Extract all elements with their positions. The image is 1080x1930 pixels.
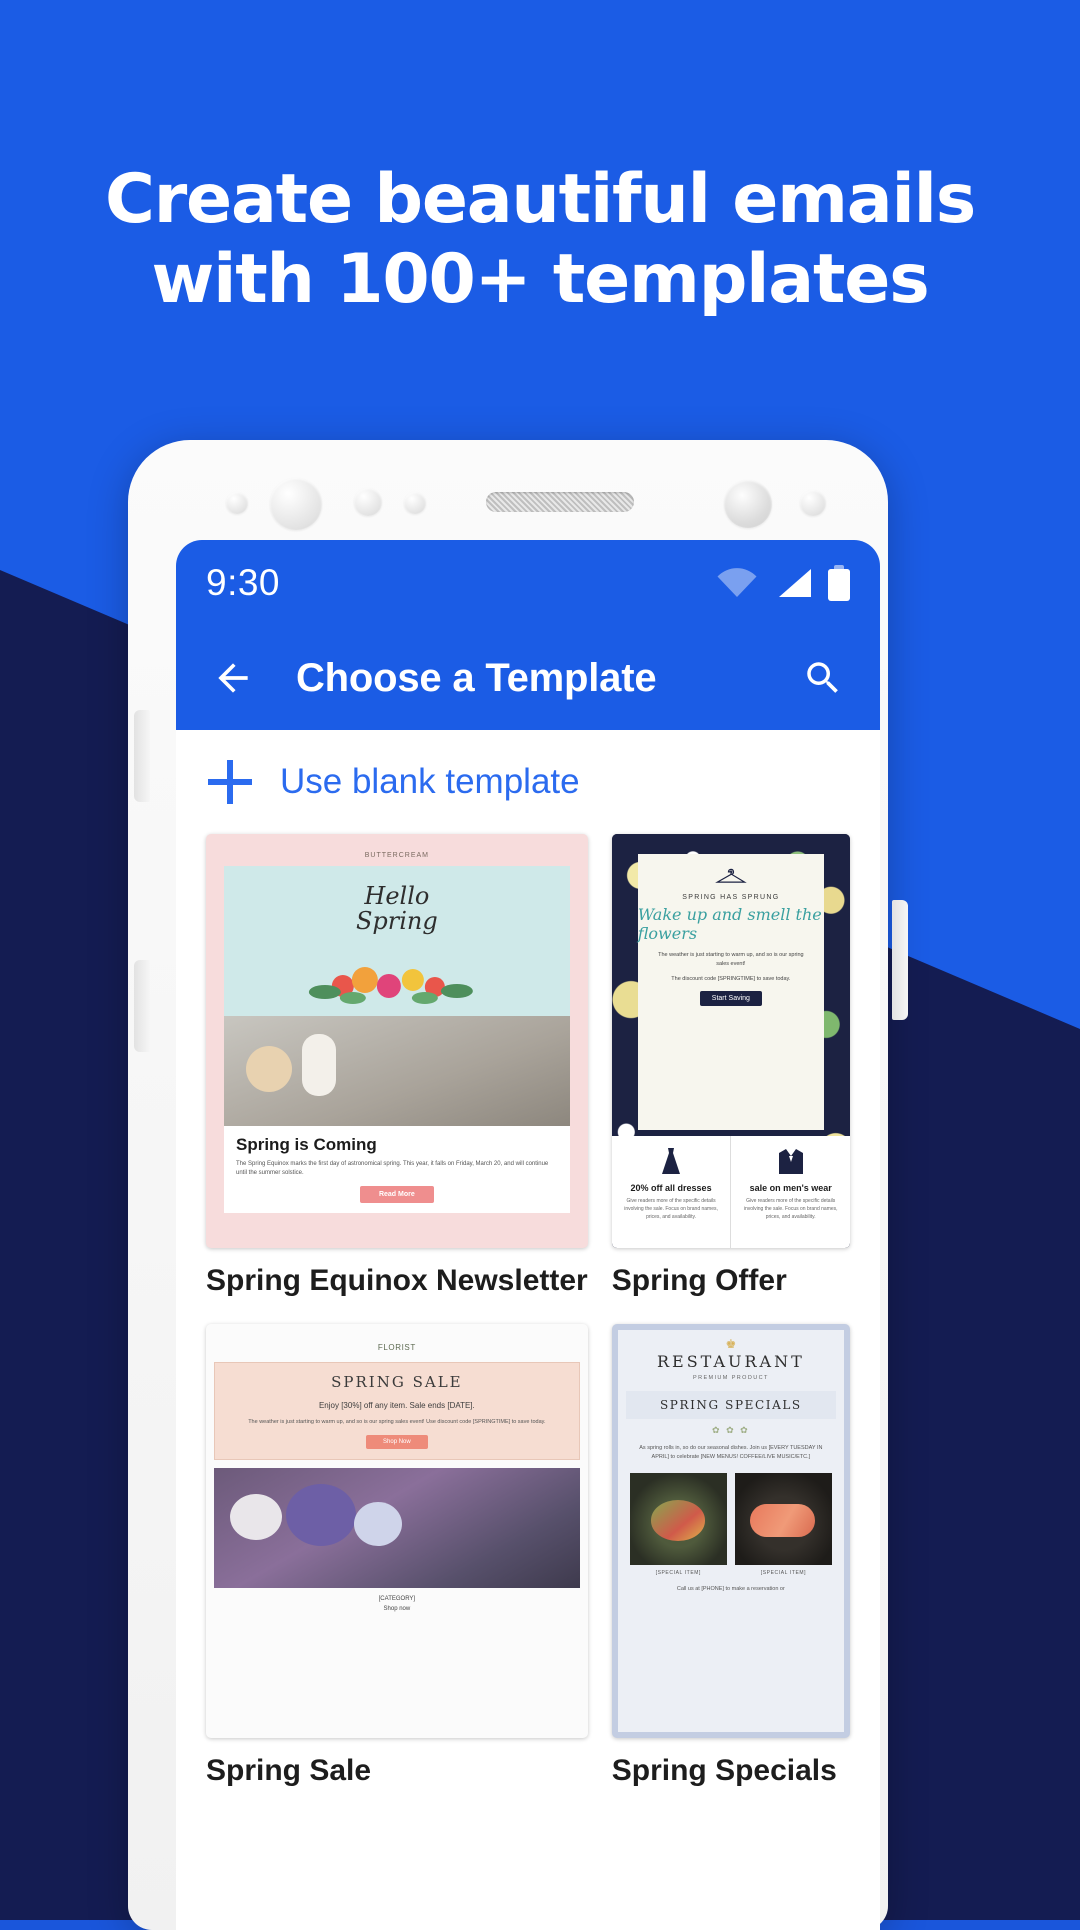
status-clock: 9:30	[206, 562, 281, 603]
power-button[interactable]	[892, 900, 908, 1020]
template-cta: Start Saving	[699, 991, 762, 1007]
template-brand: FLORIST	[377, 1342, 416, 1352]
template-body-2: The discount code [SPRINGTIME] to save t…	[671, 975, 791, 982]
template-label: Spring Specials	[611, 1754, 837, 1787]
status-bar: 9:30	[176, 540, 880, 626]
template-body-1: The weather is just starting to warm up,…	[658, 952, 804, 967]
hanger-icon	[714, 868, 747, 883]
phone-screen: 9:30 Choose a Template Use blank templat…	[176, 540, 880, 1930]
template-headline: Spring is Coming	[236, 1135, 377, 1154]
light-sensor-icon	[226, 492, 248, 514]
template-col2-text: Give readers more of the specific detail…	[743, 1198, 838, 1220]
template-subtitle: PREMIUM PRODUCT	[693, 1375, 769, 1381]
template-footer: Call us at [PHONE] to make a reservation…	[676, 1585, 785, 1592]
template-body: As spring rolls in, so do our seasonal d…	[639, 1445, 823, 1461]
flash-sensor-icon	[800, 490, 826, 516]
template-title: SPRING SALE	[331, 1373, 463, 1391]
template-brand: BUTTERCREAM	[364, 851, 429, 859]
suit-icon	[737, 1144, 844, 1178]
template-label: Spring Offer	[611, 1264, 787, 1297]
app-bar: Choose a Template	[176, 626, 880, 730]
status-icons	[716, 565, 850, 601]
phone-body: 9:30 Choose a Template Use blank templat…	[128, 440, 908, 1930]
wifi-icon	[716, 568, 758, 598]
earpiece-speaker	[486, 492, 634, 512]
ornament-icon: ✿ ✿ ✿	[712, 1425, 750, 1435]
template-kicker: SPRING HAS SPRUNG	[682, 894, 780, 901]
phone-mockup: 9:30 Choose a Template Use blank templat…	[108, 440, 908, 1930]
template-cta: Shop Now	[365, 1434, 428, 1449]
template-band: SPRING SPECIALS	[625, 1391, 836, 1419]
front-camera-icon	[270, 478, 322, 530]
template-photo-2	[734, 1472, 833, 1565]
phone-sensor-row	[148, 466, 908, 544]
secondary-camera-icon	[724, 480, 772, 528]
signal-icon	[774, 568, 812, 598]
use-blank-template-button[interactable]: Use blank template	[176, 730, 880, 834]
template-card-spring-equinox-newsletter[interactable]: BUTTERCREAM Hello Spring Spring is Comin…	[206, 834, 588, 1298]
template-photo-1	[629, 1472, 727, 1565]
template-photo	[214, 1467, 580, 1588]
template-grid: BUTTERCREAM Hello Spring Spring is Comin…	[176, 834, 880, 1788]
battery-icon	[828, 565, 850, 601]
template-label: Spring Sale	[206, 1754, 372, 1787]
template-title: RESTAURANT	[656, 1352, 805, 1371]
notification-led-icon	[404, 492, 426, 514]
template-caption-1: [SPECIAL ITEM]	[655, 1569, 702, 1576]
template-thumbnail: SPRING HAS SPRUNG Wake up and smell the …	[611, 834, 850, 1248]
search-icon[interactable]	[796, 651, 850, 705]
template-col2-title: sale on men's wear	[749, 1183, 832, 1193]
volume-up-button[interactable]	[134, 710, 150, 802]
template-subtitle: Enjoy [30%] off any item. Sale ends [DAT…	[318, 1401, 475, 1410]
template-footer-link: Shop now	[383, 1605, 411, 1612]
headline-line-1: Create beautiful emails	[105, 160, 976, 239]
arrow-back-icon[interactable]	[206, 651, 260, 705]
hero-line-1: Hello	[364, 882, 430, 910]
template-col1-text: Give readers more of the specific detail…	[624, 1198, 718, 1220]
hero-line-2: Spring	[355, 907, 438, 936]
dress-icon	[618, 1144, 725, 1178]
template-caption-2: [SPECIAL ITEM]	[760, 1569, 807, 1576]
template-thumbnail: FLORIST SPRING SALE Enjoy [30%] off any …	[206, 1324, 588, 1738]
use-blank-template-label: Use blank template	[280, 762, 580, 801]
plus-icon	[208, 760, 252, 804]
proximity-sensor-icon	[354, 488, 382, 516]
template-cta: Read More	[359, 1185, 434, 1203]
template-body: The Spring Equinox marks the first day o…	[236, 1160, 549, 1176]
template-body: The weather is just starting to warm up,…	[248, 1419, 546, 1425]
crown-icon: ♚	[725, 1337, 737, 1351]
template-photo	[224, 1016, 570, 1126]
volume-down-button[interactable]	[134, 960, 150, 1052]
template-footer-category: [CATEGORY]	[378, 1595, 416, 1602]
headline-line-2: with 100+ templates	[151, 240, 930, 320]
page-title: Choose a Template	[296, 655, 657, 700]
template-hero: Hello Spring	[224, 866, 570, 1016]
template-thumbnail: BUTTERCREAM Hello Spring Spring is Comin…	[206, 834, 588, 1248]
flowers-icon	[308, 967, 473, 1004]
template-script: Wake up and smell the flowers	[637, 905, 822, 943]
template-list: Use blank template BUTTERCREAM Hello Spr…	[176, 730, 880, 1930]
template-col1-title: 20% off all dresses	[630, 1183, 712, 1193]
template-thumbnail: ♚ RESTAURANT PREMIUM PRODUCT SPRING SPEC…	[611, 1324, 850, 1738]
promo-headline: Create beautiful emails with 100+ templa…	[0, 160, 1080, 320]
template-label: Spring Equinox Newsletter	[206, 1264, 588, 1297]
template-card-spring-sale[interactable]: FLORIST SPRING SALE Enjoy [30%] off any …	[206, 1324, 588, 1788]
template-card-spring-offer[interactable]: SPRING HAS SPRUNG Wake up and smell the …	[611, 834, 850, 1298]
template-card-spring-specials[interactable]: ♚ RESTAURANT PREMIUM PRODUCT SPRING SPEC…	[611, 1324, 850, 1788]
